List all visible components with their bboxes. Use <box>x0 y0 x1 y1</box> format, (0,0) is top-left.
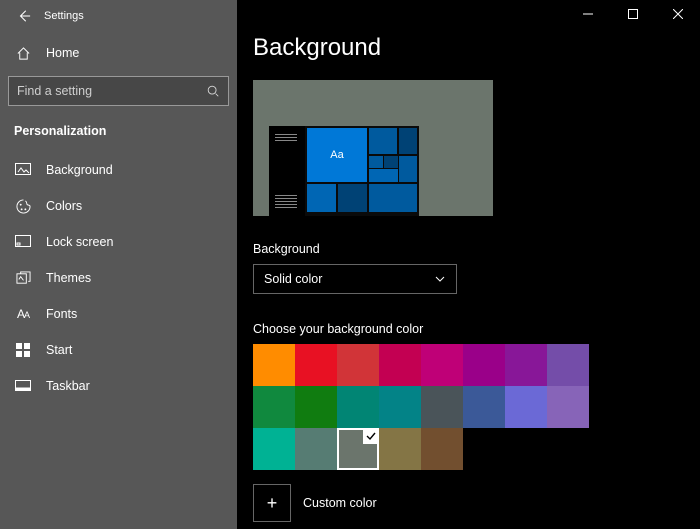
custom-color-row[interactable]: + Custom color <box>253 484 700 522</box>
palette-icon <box>14 199 32 214</box>
color-swatch[interactable] <box>337 428 379 470</box>
maximize-icon <box>628 9 638 19</box>
sidebar-item-start[interactable]: Start <box>0 332 237 368</box>
color-swatch[interactable] <box>547 386 589 428</box>
main-content: Background Aa Background Solid color <box>237 0 700 522</box>
page-title: Background <box>253 34 700 62</box>
color-swatch[interactable] <box>253 428 295 470</box>
picture-icon <box>14 163 32 177</box>
sidebar-item-label: Start <box>46 343 72 357</box>
sidebar-item-label: Lock screen <box>46 235 113 249</box>
arrow-left-icon <box>17 9 31 23</box>
sidebar-item-lock-screen[interactable]: Lock screen <box>0 224 237 260</box>
sidebar-item-label: Themes <box>46 271 91 285</box>
choose-color-label: Choose your background color <box>253 322 700 336</box>
sidebar-item-themes[interactable]: Themes <box>0 260 237 296</box>
color-swatch[interactable] <box>421 344 463 386</box>
background-dropdown-value: Solid color <box>264 272 322 286</box>
window-controls <box>565 0 700 28</box>
search-container <box>8 76 229 106</box>
minimize-icon <box>583 9 593 19</box>
sidebar-item-taskbar[interactable]: Taskbar <box>0 368 237 404</box>
sidebar-item-label: Fonts <box>46 307 77 321</box>
color-swatch[interactable] <box>547 344 589 386</box>
search-input[interactable] <box>17 84 206 98</box>
color-swatch[interactable] <box>379 344 421 386</box>
color-swatch[interactable] <box>505 386 547 428</box>
window-title: Settings <box>44 10 84 22</box>
custom-color-button[interactable]: + <box>253 484 291 522</box>
color-swatch[interactable] <box>421 386 463 428</box>
color-swatch[interactable] <box>379 386 421 428</box>
category-label: Personalization <box>0 116 237 152</box>
color-swatch[interactable] <box>463 344 505 386</box>
checkmark-icon <box>363 428 379 444</box>
home-icon <box>14 46 32 61</box>
sidebar-item-colors[interactable]: Colors <box>0 188 237 224</box>
settings-window: Settings Home Personalization Background <box>0 0 700 529</box>
color-swatch[interactable] <box>253 386 295 428</box>
close-button[interactable] <box>655 0 700 28</box>
background-dropdown-label: Background <box>253 242 700 256</box>
color-swatch[interactable] <box>463 386 505 428</box>
sidebar-item-fonts[interactable]: AA Fonts <box>0 296 237 332</box>
start-icon <box>14 343 32 357</box>
chevron-down-icon <box>434 273 446 285</box>
sidebar: Settings Home Personalization Background <box>0 0 237 529</box>
color-swatch[interactable] <box>421 428 463 470</box>
minimize-button[interactable] <box>565 0 610 28</box>
plus-icon: + <box>267 493 278 514</box>
color-swatch[interactable] <box>295 428 337 470</box>
sidebar-item-label: Taskbar <box>46 379 90 393</box>
color-swatch[interactable] <box>337 386 379 428</box>
sidebar-item-background[interactable]: Background <box>0 152 237 188</box>
preview-sample-tile: Aa <box>307 128 367 182</box>
desktop-preview: Aa <box>253 80 493 216</box>
sidebar-item-label: Colors <box>46 199 82 213</box>
close-icon <box>673 9 683 19</box>
color-swatch[interactable] <box>295 344 337 386</box>
search-box[interactable] <box>8 76 229 106</box>
home-label: Home <box>46 46 79 60</box>
color-swatch[interactable] <box>379 428 421 470</box>
color-swatch[interactable] <box>253 344 295 386</box>
sidebar-item-label: Background <box>46 163 113 177</box>
titlebar: Settings <box>0 0 237 32</box>
color-swatch[interactable] <box>337 344 379 386</box>
home-nav[interactable]: Home <box>0 36 237 70</box>
nav-list: Background Colors Lock screen Themes AA … <box>0 152 237 404</box>
color-swatch[interactable] <box>505 344 547 386</box>
taskbar-icon <box>14 380 32 392</box>
color-swatch-grid <box>253 344 589 470</box>
lock-screen-icon <box>14 235 32 249</box>
search-icon <box>206 84 220 98</box>
color-swatch[interactable] <box>295 386 337 428</box>
back-button[interactable] <box>10 2 38 30</box>
maximize-button[interactable] <box>610 0 655 28</box>
fonts-icon: AA <box>14 307 32 321</box>
custom-color-label: Custom color <box>303 496 377 510</box>
preview-start-menu: Aa <box>269 126 419 216</box>
themes-icon <box>14 271 32 286</box>
content-area: Background Aa Background Solid color <box>237 0 700 529</box>
background-dropdown[interactable]: Solid color <box>253 264 457 294</box>
